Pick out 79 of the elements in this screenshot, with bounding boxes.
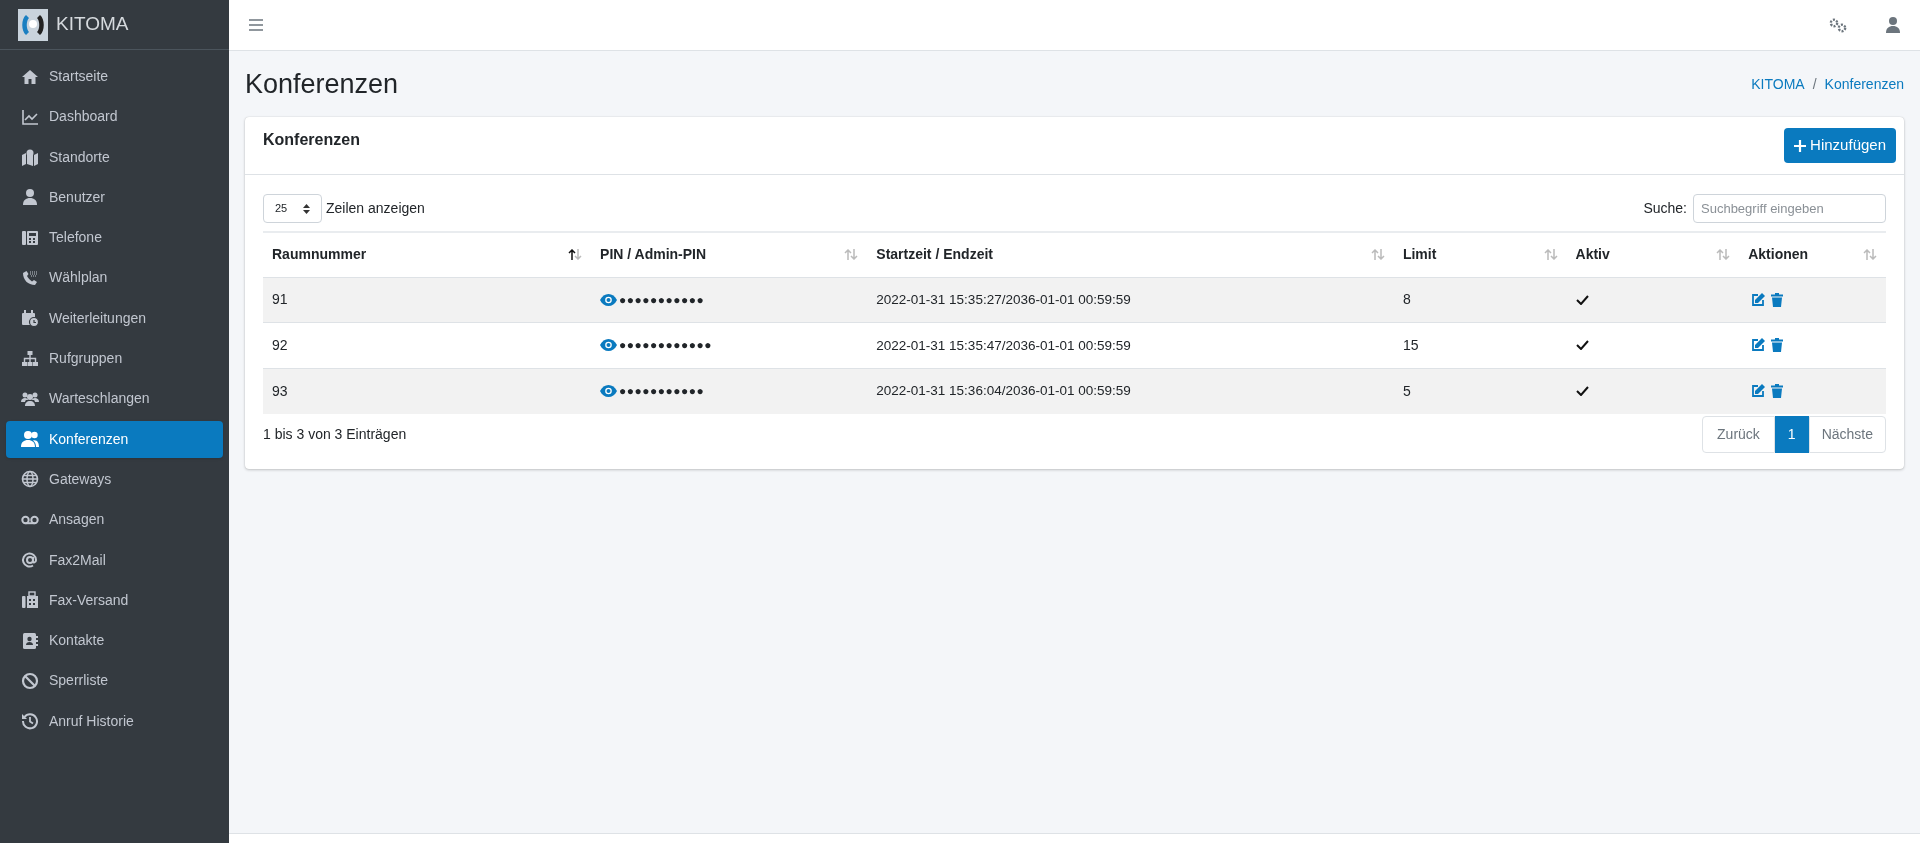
table-cell: 8 (1402, 291, 1411, 308)
at-sign-icon (21, 551, 39, 570)
sidebar-item[interactable]: Anruf Historie (6, 702, 223, 740)
column-header[interactable]: PIN / Admin-PIN (591, 232, 868, 277)
search-label: Suche: (1643, 199, 1687, 218)
breadcrumb-link[interactable]: KITOMA (1751, 73, 1805, 95)
users-icon (21, 430, 39, 449)
column-header[interactable]: Startzeit / Endzeit (867, 232, 1394, 277)
eye-icon[interactable] (600, 385, 618, 397)
calendar-clock-icon (21, 309, 39, 328)
next-page-button[interactable]: Nächste (1808, 415, 1886, 453)
table-cell: 2022-01-31 15:36:04/2036-01-01 00:59:59 (876, 383, 1131, 399)
history-icon (21, 712, 39, 731)
globe-icon (21, 470, 39, 489)
eye-icon[interactable] (600, 339, 618, 352)
table-info: 1 bis 3 von 3 Einträgen (263, 424, 407, 444)
sidebar-item[interactable]: Fax2Mail (6, 541, 223, 579)
address-book-icon (21, 631, 39, 650)
table-cell: 5 (1402, 382, 1411, 399)
sidebar-item[interactable]: Konferenzen (6, 420, 223, 458)
sidebar-item[interactable]: Warteschlangen (6, 380, 223, 418)
ban-icon (21, 671, 39, 690)
sidebar-item[interactable]: Kontakte (6, 622, 223, 660)
line-chart-icon (21, 107, 39, 126)
table-cell: 92 (272, 336, 288, 353)
sort-caret-icon (303, 203, 310, 214)
page-button[interactable]: 1 (1774, 415, 1809, 453)
breadcrumb-link[interactable]: Konferenzen (1824, 73, 1904, 95)
table-cell: 91 (272, 291, 288, 308)
previous-page-button[interactable]: Zurück (1702, 415, 1775, 453)
edit-icon[interactable] (1751, 384, 1766, 398)
table-cell: 93 (272, 382, 288, 399)
masked-pin: ●●●●●●●●●●●● (619, 337, 713, 355)
masked-pin: ●●●●●●●●●●● (619, 383, 705, 400)
hierarchy-icon (21, 349, 39, 368)
column-header[interactable]: Limit (1393, 232, 1567, 277)
brand-name: KITOMA (56, 12, 129, 37)
edit-icon[interactable] (1751, 338, 1766, 353)
trash-icon[interactable] (1771, 292, 1784, 307)
trash-icon[interactable] (1771, 384, 1784, 398)
sidebar-item[interactable]: Telefone (6, 219, 223, 257)
edit-icon[interactable] (1751, 292, 1766, 307)
add-button[interactable]: Hinzufügen (1784, 128, 1896, 163)
sidebar-item[interactable]: Dashboard (6, 98, 223, 136)
user-icon (21, 188, 39, 207)
house-icon (21, 67, 39, 86)
trash-icon[interactable] (1771, 338, 1784, 353)
card-title: Konferenzen (263, 130, 360, 150)
sidebar-item[interactable]: Wählplan (6, 259, 223, 297)
table-cell: 2022-01-31 15:35:47/2036-01-01 00:59:59 (876, 337, 1131, 353)
column-header[interactable]: Aktionen (1739, 232, 1886, 277)
masked-pin: ●●●●●●●●●●● (619, 291, 705, 309)
sidebar-item[interactable]: Weiterleitungen (6, 299, 223, 337)
phone-keypad-icon (21, 269, 39, 287)
table-cell: 2022-01-31 15:35:27/2036-01-01 00:59:59 (876, 292, 1131, 308)
logo-icon (18, 8, 48, 41)
plus-icon (1794, 139, 1807, 152)
sidebar-item[interactable]: Gateways (6, 460, 223, 498)
fax-icon (21, 591, 39, 610)
sidebar-item[interactable]: Standorte (6, 138, 223, 176)
breadcrumb-separator: / (1812, 74, 1817, 94)
sidebar-item[interactable]: Benutzer (6, 178, 223, 216)
table-cell: 15 (1402, 336, 1419, 353)
page-title: Konferenzen (245, 67, 399, 101)
sidebar-item[interactable]: Ansagen (6, 501, 223, 539)
page-size-select[interactable]: 25 (263, 194, 322, 223)
page-size-label: Zeilen anzeigen (326, 199, 425, 218)
sidebar-item[interactable]: Startseite (6, 58, 223, 95)
user-icon[interactable] (1886, 17, 1900, 33)
desk-phone-icon (21, 228, 39, 247)
settings-icon[interactable] (1828, 17, 1848, 33)
column-header[interactable]: Aktiv (1566, 232, 1740, 277)
search-field[interactable]: Suchbegriff eingeben (1693, 194, 1886, 223)
sidebar-item[interactable]: Sperrliste (6, 662, 223, 700)
eye-icon[interactable] (600, 293, 618, 306)
sidebar-item[interactable]: Rufgruppen (6, 340, 223, 378)
sidebar-item[interactable]: Fax-Versand (6, 581, 223, 619)
column-header[interactable]: Raumnummer (263, 232, 592, 277)
menu-icon[interactable] (249, 19, 263, 31)
